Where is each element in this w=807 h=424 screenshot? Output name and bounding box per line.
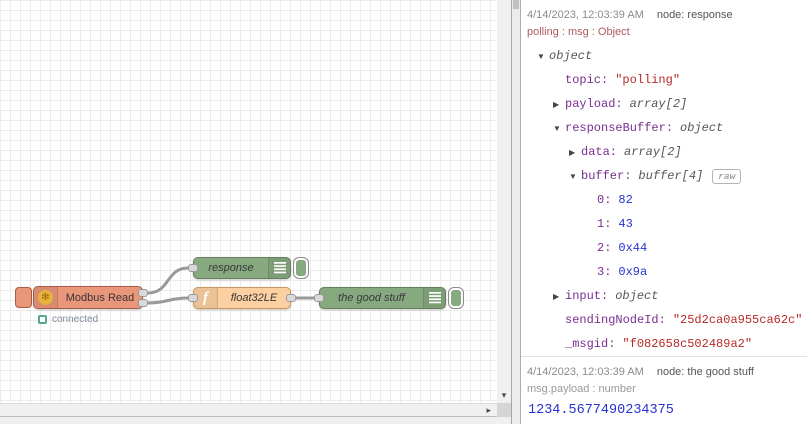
node-debug-good-stuff[interactable]: the good stuff: [314, 287, 446, 309]
tree-value: array[2]: [629, 97, 688, 111]
tree-row: _msgid: "f082658c502489a2": [521, 332, 807, 356]
scroll-right-icon[interactable]: ▸: [486, 404, 491, 417]
tree-row: 0: 82: [521, 188, 807, 212]
tree-key: _msgid:: [565, 337, 616, 351]
tree-key: 3:: [597, 265, 612, 279]
tree-value: "f082658c502489a2": [622, 337, 753, 351]
debug-message: 4/14/2023, 12:03:39 AM node: the good st…: [521, 356, 807, 424]
node-label: float32LE: [230, 292, 278, 304]
tree-value: "25d2ca0a955ca62c": [672, 313, 803, 327]
object-tree: ▼ object topic: "polling" ▶ payload: arr…: [521, 42, 807, 356]
tree-key: input:: [565, 289, 609, 303]
tree-row: topic: "polling": [521, 68, 807, 92]
canvas-vertical-scrollbar[interactable]: ▾: [497, 0, 511, 403]
source-node-label: node: the good stuff: [656, 365, 754, 378]
collapse-arrow-icon[interactable]: ▼: [569, 172, 581, 181]
tree-value: object: [680, 121, 724, 135]
tree-value: 0x9a: [618, 265, 648, 279]
timestamp: 4/14/2023, 12:03:39 AM: [527, 8, 644, 21]
tree-key: buffer:: [581, 169, 632, 183]
tree-row: ▶ payload: array[2]: [521, 92, 807, 116]
raw-toggle-button[interactable]: raw: [712, 168, 742, 184]
tree-row: 1: 43: [521, 212, 807, 236]
expand-arrow-icon[interactable]: ▶: [553, 100, 565, 109]
collapse-arrow-icon[interactable]: ▼: [553, 124, 565, 133]
debug-icon: [268, 258, 290, 278]
message-subject: msg.payload : number: [527, 383, 636, 395]
sidebar-scrollbar[interactable]: [512, 0, 520, 424]
modbus-output-port-2[interactable]: [138, 299, 148, 307]
debug-sidebar: 4/14/2023, 12:03:39 AM node: response po…: [521, 0, 807, 424]
expand-arrow-icon[interactable]: ▶: [553, 292, 565, 301]
node-red-window: ✻ Modbus Read connected response f float…: [0, 0, 807, 424]
debug-icon: [423, 288, 445, 308]
tree-row: 3: 0x9a: [521, 260, 807, 284]
wire-modbus-to-response[interactable]: [146, 266, 190, 295]
tree-value: "polling": [615, 73, 681, 87]
tree-key: sendingNodeId:: [565, 313, 666, 327]
expand-arrow-icon[interactable]: ▶: [569, 148, 581, 157]
status-ring-icon: [38, 315, 47, 324]
node-label: Modbus Read: [65, 291, 135, 304]
tree-key: topic:: [565, 73, 609, 87]
response-enable-toggle[interactable]: [293, 257, 309, 279]
tree-row: ▼ buffer: buffer[4] raw: [521, 164, 807, 188]
debug-message-meta: 4/14/2023, 12:03:39 AM node: response: [521, 0, 807, 22]
node-debug-response[interactable]: response: [188, 257, 291, 279]
modbus-output-port-1[interactable]: [138, 289, 148, 297]
goodstuff-enable-toggle[interactable]: [448, 287, 464, 309]
node-label: the good stuff: [338, 292, 405, 304]
float32le-input-port[interactable]: [188, 294, 198, 302]
tree-value: object: [549, 49, 593, 63]
tree-value: 43: [618, 217, 633, 231]
tree-value: object: [615, 289, 659, 303]
tree-key: 0:: [597, 193, 612, 207]
scrollbar-corner: [497, 403, 511, 417]
goodstuff-input-port[interactable]: [314, 294, 324, 302]
tree-key: 2:: [597, 241, 612, 255]
source-node-label: node: response: [656, 8, 733, 21]
function-f-glyph: f: [203, 289, 208, 306]
node-modbus-read[interactable]: ✻ Modbus Read: [33, 286, 148, 309]
tree-key: responseBuffer:: [565, 121, 674, 135]
tree-value: 0x44: [618, 241, 648, 255]
scroll-down-icon[interactable]: ▾: [497, 390, 511, 401]
tree-key: data:: [581, 145, 618, 159]
status-label: connected: [52, 314, 99, 325]
tree-row: ▶ input: object: [521, 284, 807, 308]
float32le-output-port[interactable]: [286, 294, 296, 302]
tree-row: sendingNodeId: "25d2ca0a955ca62c": [521, 308, 807, 332]
tree-key: payload:: [565, 97, 623, 111]
node-label: response: [208, 262, 254, 274]
wire-modbus-to-float32le[interactable]: [146, 296, 190, 305]
flow-canvas[interactable]: ✻ Modbus Read connected response f float…: [0, 0, 497, 403]
tree-row: ▶ data: array[2]: [521, 140, 807, 164]
node-function-float32le[interactable]: f float32LE: [188, 287, 296, 309]
debug-message: 4/14/2023, 12:03:39 AM node: response po…: [521, 0, 807, 356]
timestamp: 4/14/2023, 12:03:39 AM: [527, 365, 644, 378]
tree-value: array[2]: [624, 145, 682, 159]
payload-number-value: 1234.5677490234375: [528, 403, 674, 418]
wires-layer: [146, 266, 316, 305]
tree-row: ▼ responseBuffer: object: [521, 116, 807, 140]
toggle-fill: [296, 260, 306, 276]
response-input-port[interactable]: [188, 264, 198, 272]
toggle-fill: [451, 290, 461, 306]
modbus-flower-icon: ✻: [38, 290, 53, 305]
canvas-horizontal-scrollbar[interactable]: ▸: [0, 403, 497, 417]
modbus-status: connected: [38, 314, 98, 325]
debug-message-meta: 4/14/2023, 12:03:39 AM node: the good st…: [521, 357, 807, 379]
collapse-arrow-icon[interactable]: ▼: [537, 52, 549, 61]
sidebar-scrollbar-thumb[interactable]: [513, 0, 519, 9]
modbus-trigger-button[interactable]: [15, 287, 32, 308]
message-subject: polling : msg : Object: [527, 26, 630, 38]
tree-value: buffer[4]: [638, 169, 704, 183]
modbus-icon-region: ✻: [34, 287, 58, 308]
tree-value: 82: [618, 193, 633, 207]
tree-key: 1:: [597, 217, 612, 231]
tree-row: 2: 0x44: [521, 236, 807, 260]
tree-row: ▼ object: [521, 44, 807, 68]
